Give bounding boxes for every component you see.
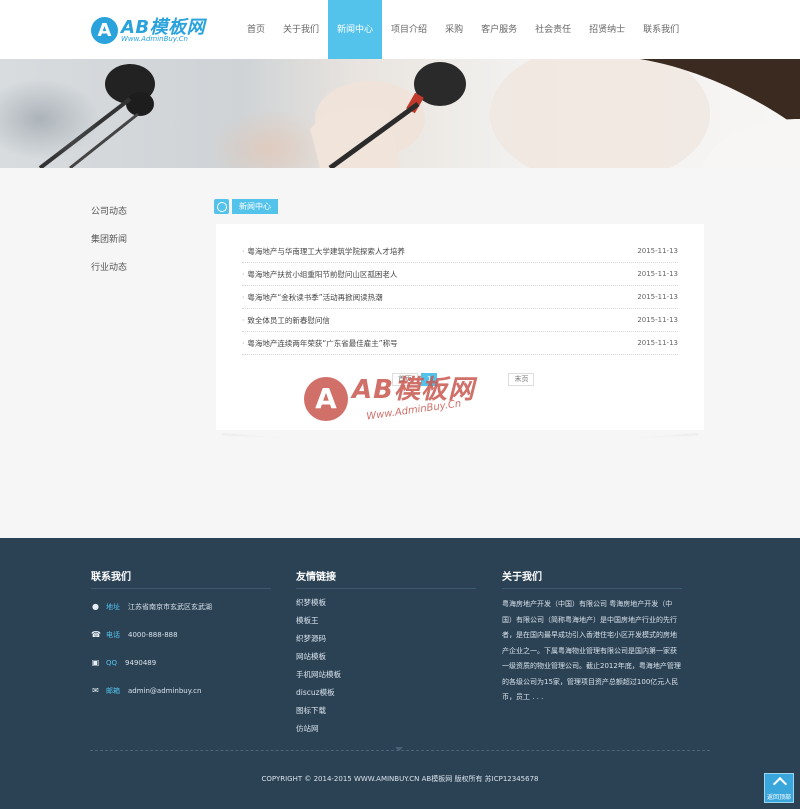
footer-about-text: 粤海房地产开发（中国）有限公司 粤海房地产开发（中国）有限公司（简称粤海地产）是… xyxy=(502,600,681,701)
sidebar-item-company-news[interactable]: 公司动态 xyxy=(91,204,127,232)
friend-link[interactable]: 模板王 xyxy=(296,615,476,633)
news-date: 2015-11-13 xyxy=(637,293,678,301)
watermark-logo: A AB模板网 Www.AdminBuy.Cn xyxy=(304,367,514,431)
news-title[interactable]: 粤海地产“金秋读书季”活动再掀阅读热潮 xyxy=(242,292,382,303)
list-item[interactable]: 粤海地产与华南理工大学建筑学院探索人才培养 2015-11-13 xyxy=(242,240,678,263)
sidebar-item-group-news[interactable]: 集团新闻 xyxy=(91,232,127,260)
news-title[interactable]: 致全体员工的新春慰问信 xyxy=(242,315,330,326)
logo-mark: A xyxy=(91,17,118,44)
microphones-illustration xyxy=(0,59,800,168)
friend-link[interactable]: 织梦模板 xyxy=(296,597,476,615)
contact-value[interactable]: admin@adminbuy.cn xyxy=(128,687,201,695)
news-title[interactable]: 粤海地产连续两年荣获“广东省最佳雇主”称号 xyxy=(242,338,397,349)
footer-divider-notch xyxy=(395,747,403,751)
sidebar-item-industry-news[interactable]: 行业动态 xyxy=(91,260,127,288)
phone-icon: ☎ xyxy=(91,630,101,639)
list-item[interactable]: 粤海地产“金秋读书季”活动再掀阅读热潮 2015-11-13 xyxy=(242,286,678,309)
list-item[interactable]: 粤海地产扶贫小组重阳节前慰问山区孤困老人 2015-11-13 xyxy=(242,263,678,286)
footer-about-title: 关于我们 xyxy=(502,568,682,589)
news-title[interactable]: 粤海地产与华南理工大学建筑学院探索人才培养 xyxy=(242,246,405,257)
footer-links-title: 友情链接 xyxy=(296,568,476,589)
news-list: 粤海地产与华南理工大学建筑学院探索人才培养 2015-11-13 粤海地产扶贫小… xyxy=(242,240,678,355)
friend-link[interactable]: 手机网站模板 xyxy=(296,669,476,687)
contact-value: 江苏省南京市玄武区玄武湖 xyxy=(128,602,212,611)
mail-icon: ✉ xyxy=(92,686,99,695)
back-to-top-button[interactable]: 返回顶部 xyxy=(764,773,794,803)
footer-about: 关于我们 粤海房地产开发（中国）有限公司 粤海房地产开发（中国）有限公司（简称粤… xyxy=(502,568,682,706)
section-icon xyxy=(214,199,229,214)
nav-projects[interactable]: 项目介绍 xyxy=(382,0,436,59)
logo-url: Www.AdminBuy.Cn xyxy=(121,35,188,43)
contact-label: 邮箱 xyxy=(106,686,120,695)
nav-home[interactable]: 首页 xyxy=(238,0,274,59)
copyright-text: COPYRIGHT © 2014-2015 WWW.AMINBUY.CN AB模… xyxy=(261,775,539,783)
section-header: 新闻中心 xyxy=(214,199,278,214)
footer-contact-title: 联系我们 xyxy=(91,568,271,589)
news-date: 2015-11-13 xyxy=(637,339,678,347)
friend-link[interactable]: 图标下载 xyxy=(296,705,476,723)
contact-label: QQ xyxy=(106,658,118,667)
banner-image xyxy=(0,59,800,168)
news-date: 2015-11-13 xyxy=(637,316,678,324)
nav-jobs[interactable]: 招贤纳士 xyxy=(580,0,634,59)
contact-phone: ☎ 电话 4000-888-888 xyxy=(91,621,271,648)
friend-link[interactable]: discuz模板 xyxy=(296,687,476,705)
news-title[interactable]: 粤海地产扶贫小组重阳节前慰问山区孤困老人 xyxy=(242,269,397,280)
news-date: 2015-11-13 xyxy=(637,247,678,255)
contact-value: 4000-888-888 xyxy=(128,630,178,639)
friend-link[interactable]: 织梦源码 xyxy=(296,633,476,651)
contact-qq: ▣ QQ 9490489 xyxy=(91,649,271,676)
sidebar-menu: 公司动态 集团新闻 行业动态 xyxy=(91,204,127,288)
location-icon: ● xyxy=(92,602,99,611)
watermark-mark: A xyxy=(304,377,348,421)
nav-about[interactable]: 关于我们 xyxy=(274,0,328,59)
list-item[interactable]: 粤海地产连续两年荣获“广东省最佳雇主”称号 2015-11-13 xyxy=(242,332,678,355)
footer-links: 友情链接 织梦模板 模板王 织梦源码 网站模板 手机网站模板 discuz模板 … xyxy=(296,568,476,741)
qq-icon: ▣ xyxy=(91,658,100,667)
news-date: 2015-11-13 xyxy=(637,270,678,278)
contact-email: ✉ 邮箱 admin@adminbuy.cn xyxy=(91,677,271,704)
friend-link[interactable]: 网站模板 xyxy=(296,651,476,669)
friend-link[interactable]: 仿站网 xyxy=(296,723,476,741)
site-logo[interactable]: A AB模板网 Www.AdminBuy.Cn xyxy=(91,13,221,49)
footer-contact: 联系我们 ● 地址 江苏省南京市玄武区玄武湖 ☎ 电话 4000-888-888… xyxy=(91,568,271,704)
section-title: 新闻中心 xyxy=(232,199,278,214)
contact-address: ● 地址 江苏省南京市玄武区玄武湖 xyxy=(91,593,271,620)
nav-service[interactable]: 客户服务 xyxy=(472,0,526,59)
contact-value: 9490489 xyxy=(125,658,157,667)
contact-label: 电话 xyxy=(106,630,120,639)
friend-links: 织梦模板 模板王 织梦源码 网站模板 手机网站模板 discuz模板 图标下载 … xyxy=(296,597,476,741)
list-item[interactable]: 致全体员工的新春慰问信 2015-11-13 xyxy=(242,309,678,332)
nav-contact[interactable]: 联系我们 xyxy=(634,0,688,59)
site-footer: 联系我们 ● 地址 江苏省南京市玄武区玄武湖 ☎ 电话 4000-888-888… xyxy=(0,538,800,809)
main-nav: 首页 关于我们 新闻中心 项目介绍 采购 客户服务 社会责任 招贤纳士 联系我们 xyxy=(238,0,688,59)
main-content: 公司动态 集团新闻 行业动态 新闻中心 粤海地产与华南理工大学建筑学院探索人才培… xyxy=(0,168,800,538)
contact-label: 地址 xyxy=(106,602,120,611)
nav-purchase[interactable]: 采购 xyxy=(436,0,472,59)
site-header: A AB模板网 Www.AdminBuy.Cn 首页 关于我们 新闻中心 项目介… xyxy=(0,0,800,59)
nav-news[interactable]: 新闻中心 xyxy=(328,0,383,59)
nav-responsibility[interactable]: 社会责任 xyxy=(526,0,580,59)
panel-shadow xyxy=(222,433,698,444)
